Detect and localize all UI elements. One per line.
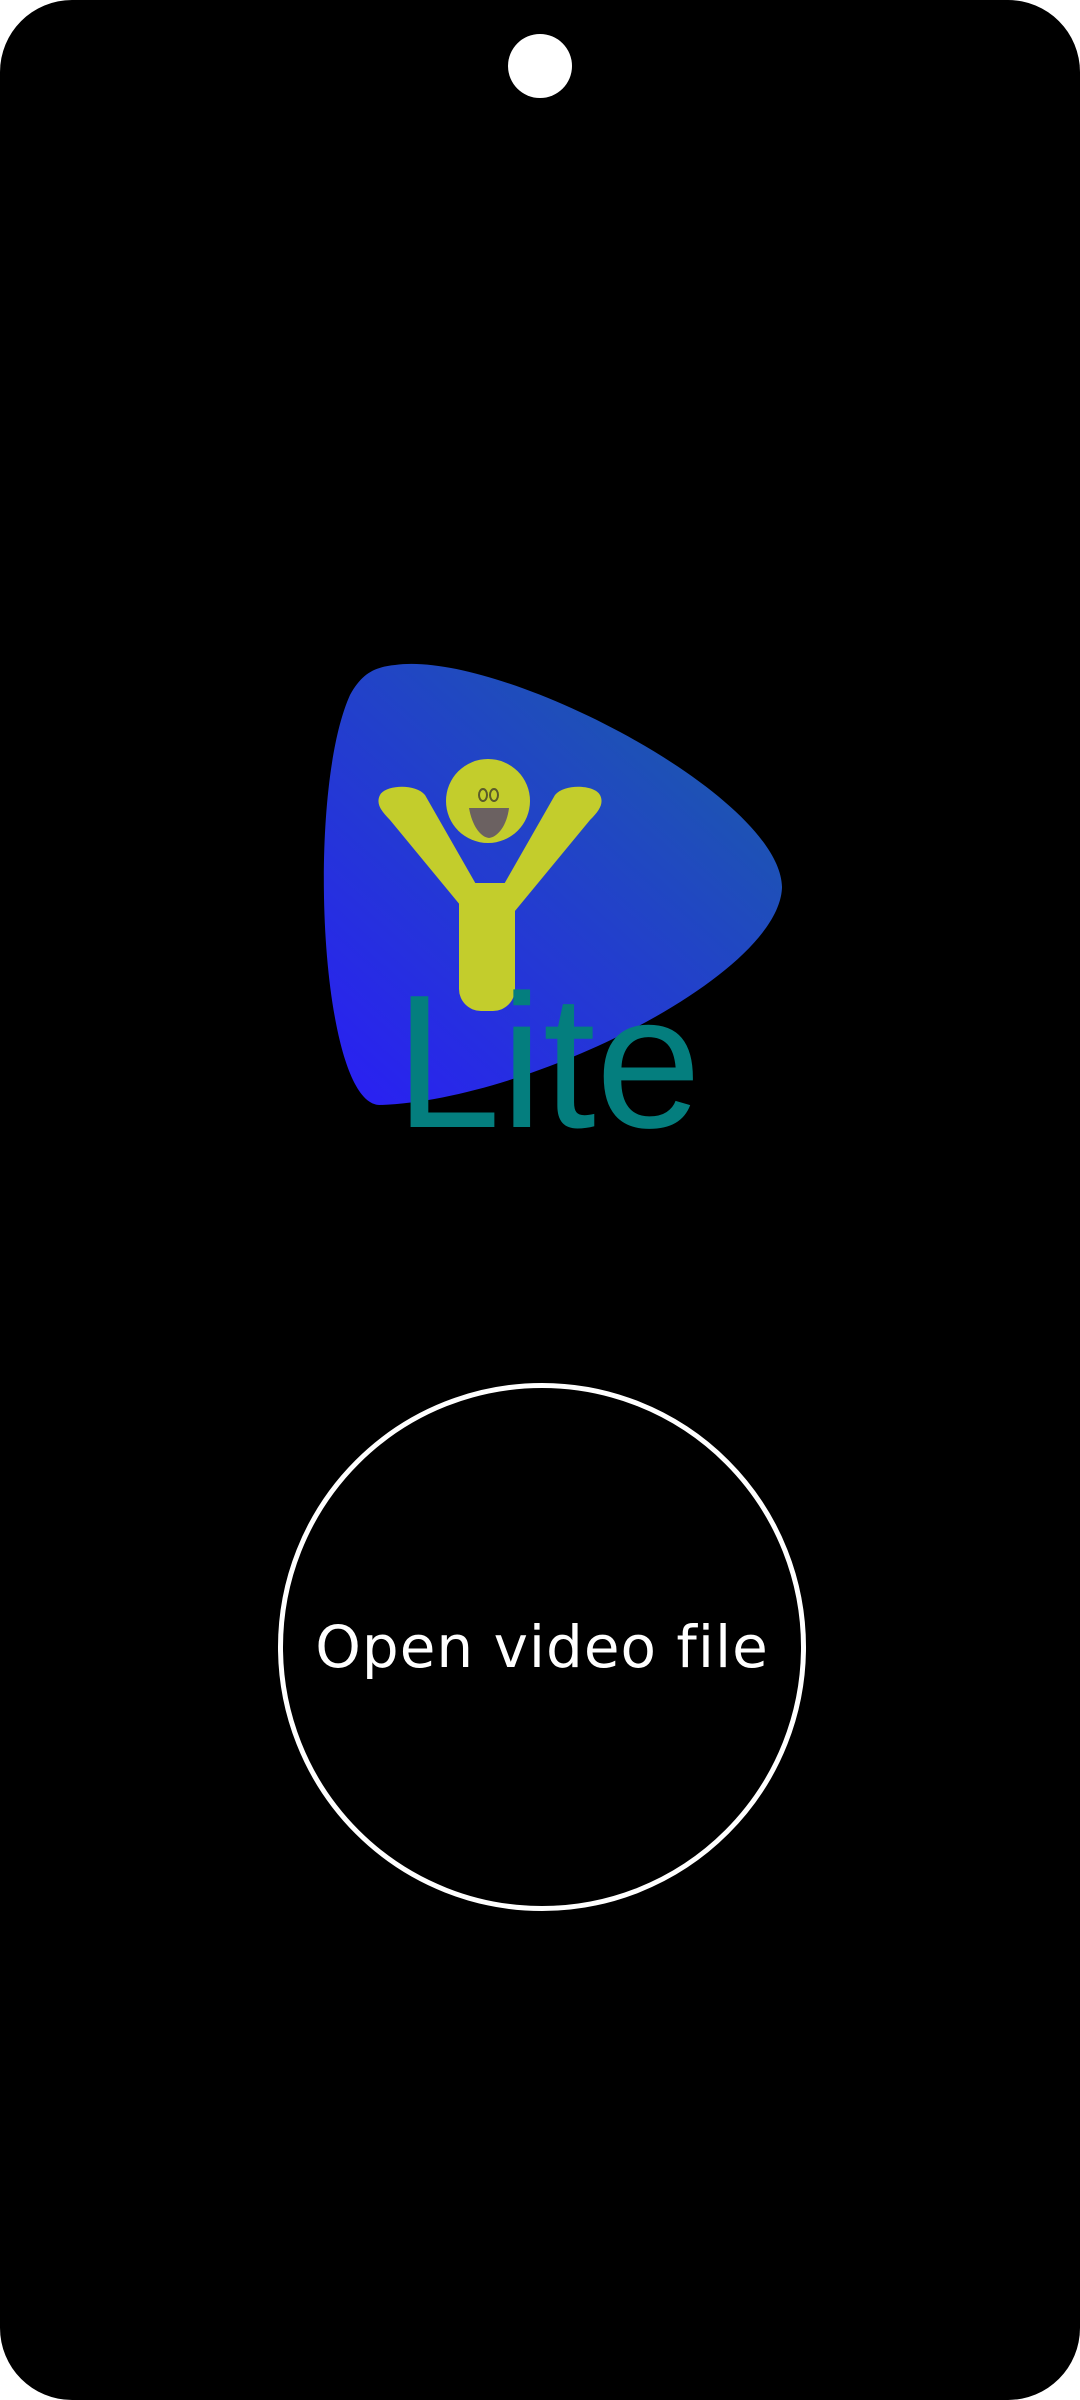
camera-cutout [508, 34, 572, 98]
logo-graphic: Lite [323, 663, 782, 1135]
app-screen: Lite Open video file [0, 0, 1080, 2400]
open-video-file-button[interactable]: Open video file [278, 1383, 806, 1911]
open-video-file-label: Open video file [315, 1613, 769, 1681]
app-logo: Lite [310, 655, 810, 1135]
logo-word: Lite [395, 956, 701, 1135]
